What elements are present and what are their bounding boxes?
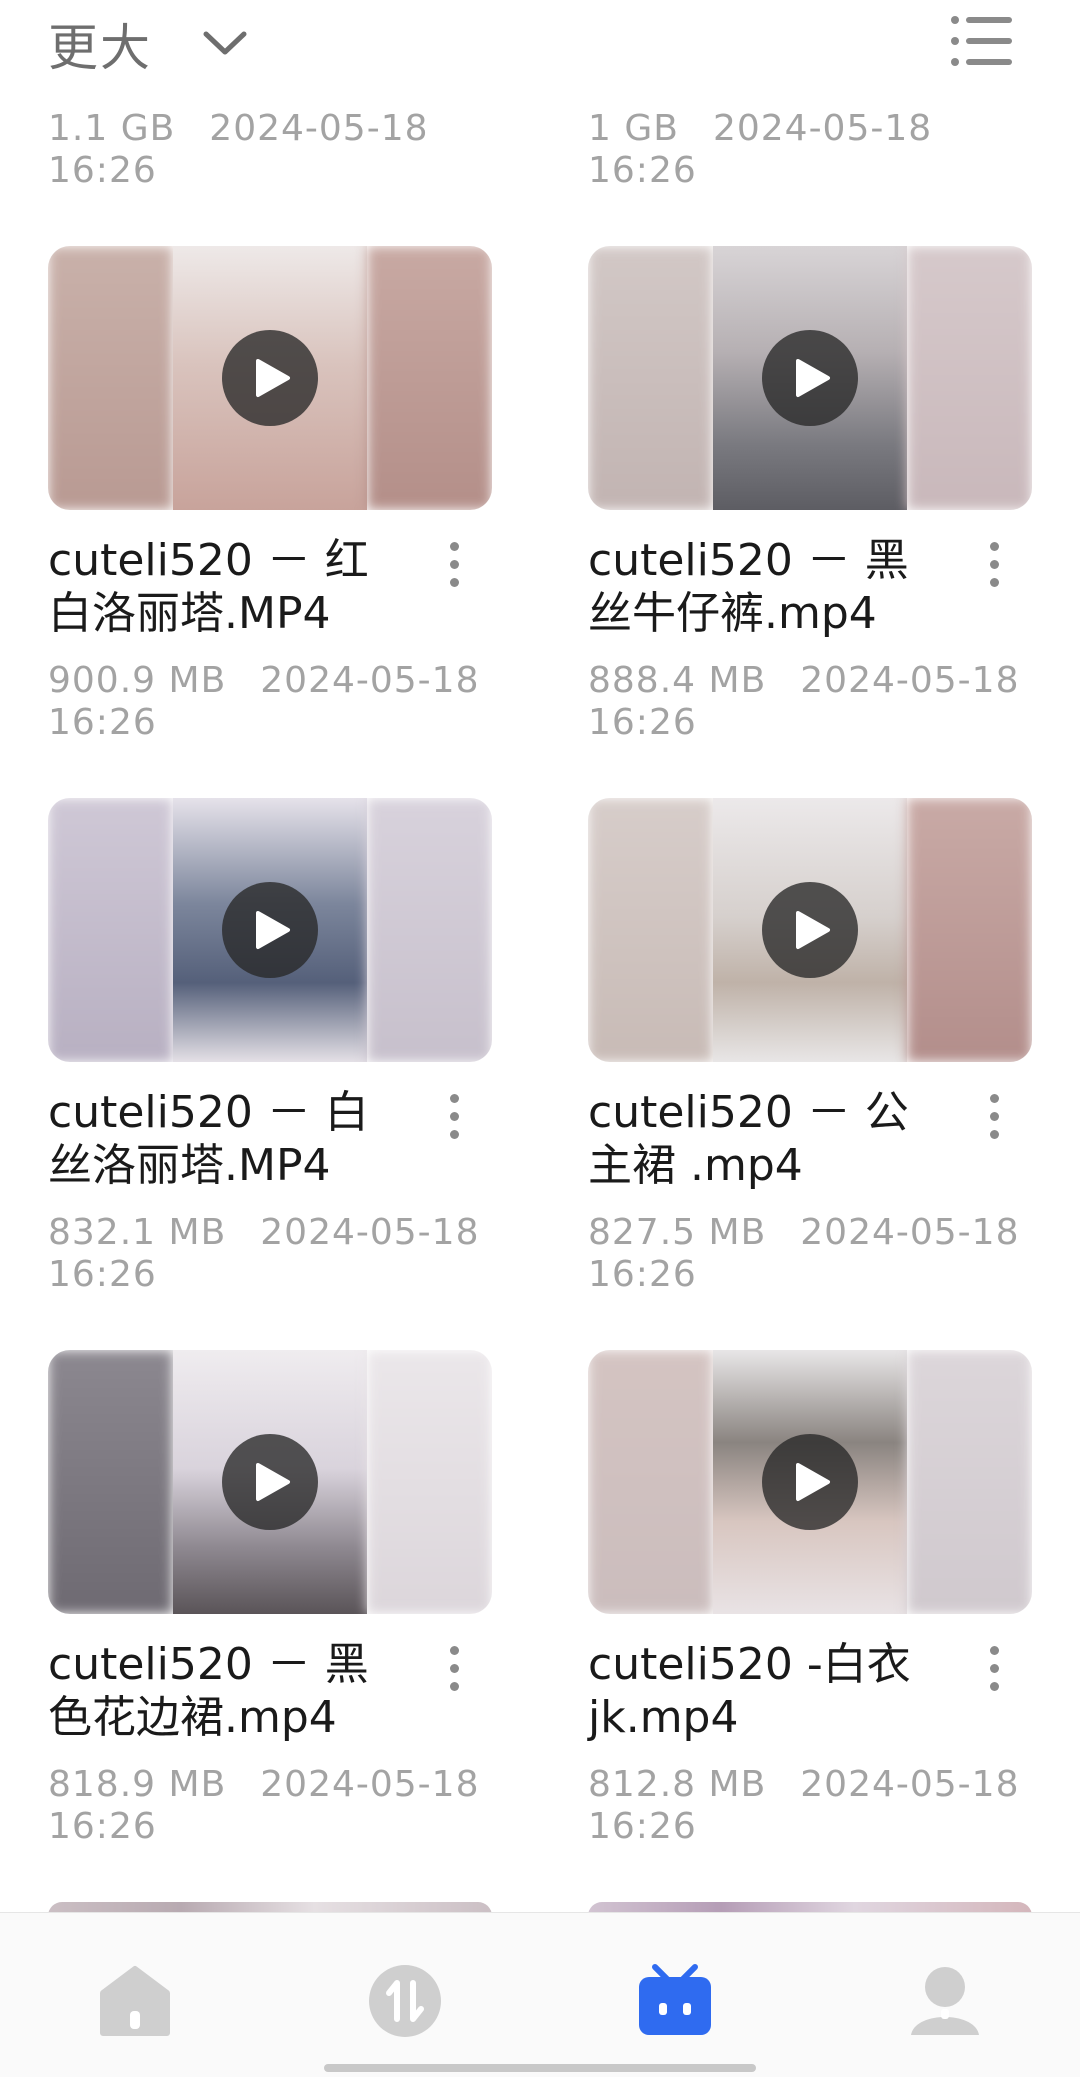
more-options-icon[interactable]: [982, 1094, 1006, 1146]
home-indicator: [324, 2064, 756, 2072]
video-thumbnail[interactable]: [588, 798, 1032, 1062]
list-view-icon[interactable]: [950, 14, 1012, 68]
sort-label[interactable]: 更大: [48, 8, 152, 80]
file-meta: 827.5 MB 2024-05-18 16:26: [588, 1212, 1019, 1296]
file-title[interactable]: cuteli520 － 黑色花边裙.mp4: [48, 1638, 388, 1744]
file-date: 2024-05-18: [260, 1764, 480, 1805]
file-size: 818.9 MB: [48, 1764, 227, 1805]
file-meta: 888.4 MB 2024-05-18 16:26: [588, 660, 1019, 744]
file-time: 16:26: [48, 702, 157, 743]
profile-icon[interactable]: [907, 1963, 983, 2039]
file-size: 832.1 MB: [48, 1212, 227, 1253]
file-time: 16:26: [588, 150, 697, 191]
play-icon[interactable]: [222, 882, 318, 978]
play-icon[interactable]: [222, 1434, 318, 1530]
file-time: 16:26: [48, 150, 157, 191]
top-toolbar: 更大: [0, 0, 1080, 90]
video-thumbnail[interactable]: [48, 1350, 492, 1614]
file-title[interactable]: cuteli520 -白衣jk.mp4: [588, 1638, 928, 1744]
file-time: 16:26: [48, 1254, 157, 1295]
file-meta: 900.9 MB 2024-05-18 16:26: [48, 660, 479, 744]
file-meta: 818.9 MB 2024-05-18 16:26: [48, 1764, 479, 1848]
more-options-icon[interactable]: [442, 1094, 466, 1146]
file-date: 2024-05-18: [800, 1764, 1020, 1805]
file-time: 16:26: [588, 1254, 697, 1295]
file-meta: 1 GB 2024-05-18 16:26: [588, 108, 932, 192]
files-icon[interactable]: [637, 1963, 713, 2039]
video-thumbnail[interactable]: [588, 1350, 1032, 1614]
file-meta: 832.1 MB 2024-05-18 16:26: [48, 1212, 479, 1296]
play-icon[interactable]: [762, 1434, 858, 1530]
file-time: 16:26: [588, 1806, 697, 1847]
transfer-icon[interactable]: [367, 1963, 443, 2039]
play-icon[interactable]: [222, 330, 318, 426]
file-date: 2024-05-18: [712, 108, 933, 149]
file-date: 2024-05-18: [800, 660, 1020, 701]
file-title[interactable]: cuteli520 － 白丝洛丽塔.MP4: [48, 1086, 388, 1192]
file-title[interactable]: cuteli520 － 公主裙 .mp4: [588, 1086, 928, 1192]
file-title[interactable]: cuteli520 － 红白洛丽塔.MP4: [48, 534, 388, 640]
more-options-icon[interactable]: [982, 542, 1006, 594]
more-options-icon[interactable]: [982, 1646, 1006, 1698]
video-thumbnail[interactable]: [48, 798, 492, 1062]
file-size: 900.9 MB: [48, 660, 227, 701]
more-options-icon[interactable]: [442, 542, 466, 594]
file-date: 2024-05-18: [260, 660, 480, 701]
file-meta: 1.1 GB 2024-05-18 16:26: [48, 108, 429, 192]
bottom-tab-bar: [0, 1912, 1080, 2077]
file-size: 1.1 GB: [48, 108, 176, 149]
file-meta: 812.8 MB 2024-05-18 16:26: [588, 1764, 1019, 1848]
play-icon[interactable]: [762, 330, 858, 426]
file-time: 16:26: [48, 1806, 157, 1847]
file-title[interactable]: cuteli520 － 黑丝牛仔裤.mp4: [588, 534, 928, 640]
file-size: 827.5 MB: [588, 1212, 767, 1253]
file-time: 16:26: [588, 702, 697, 743]
file-date: 2024-05-18: [209, 108, 429, 149]
file-size: 888.4 MB: [588, 660, 767, 701]
chevron-down-icon[interactable]: [200, 18, 250, 68]
play-icon[interactable]: [762, 882, 858, 978]
video-thumbnail[interactable]: [48, 246, 492, 510]
more-options-icon[interactable]: [442, 1646, 466, 1698]
file-size: 1 GB: [588, 108, 679, 149]
file-size: 812.8 MB: [588, 1764, 767, 1805]
file-date: 2024-05-18: [800, 1212, 1020, 1253]
video-thumbnail[interactable]: [588, 246, 1032, 510]
file-date: 2024-05-18: [260, 1212, 480, 1253]
home-icon[interactable]: [97, 1963, 173, 2039]
